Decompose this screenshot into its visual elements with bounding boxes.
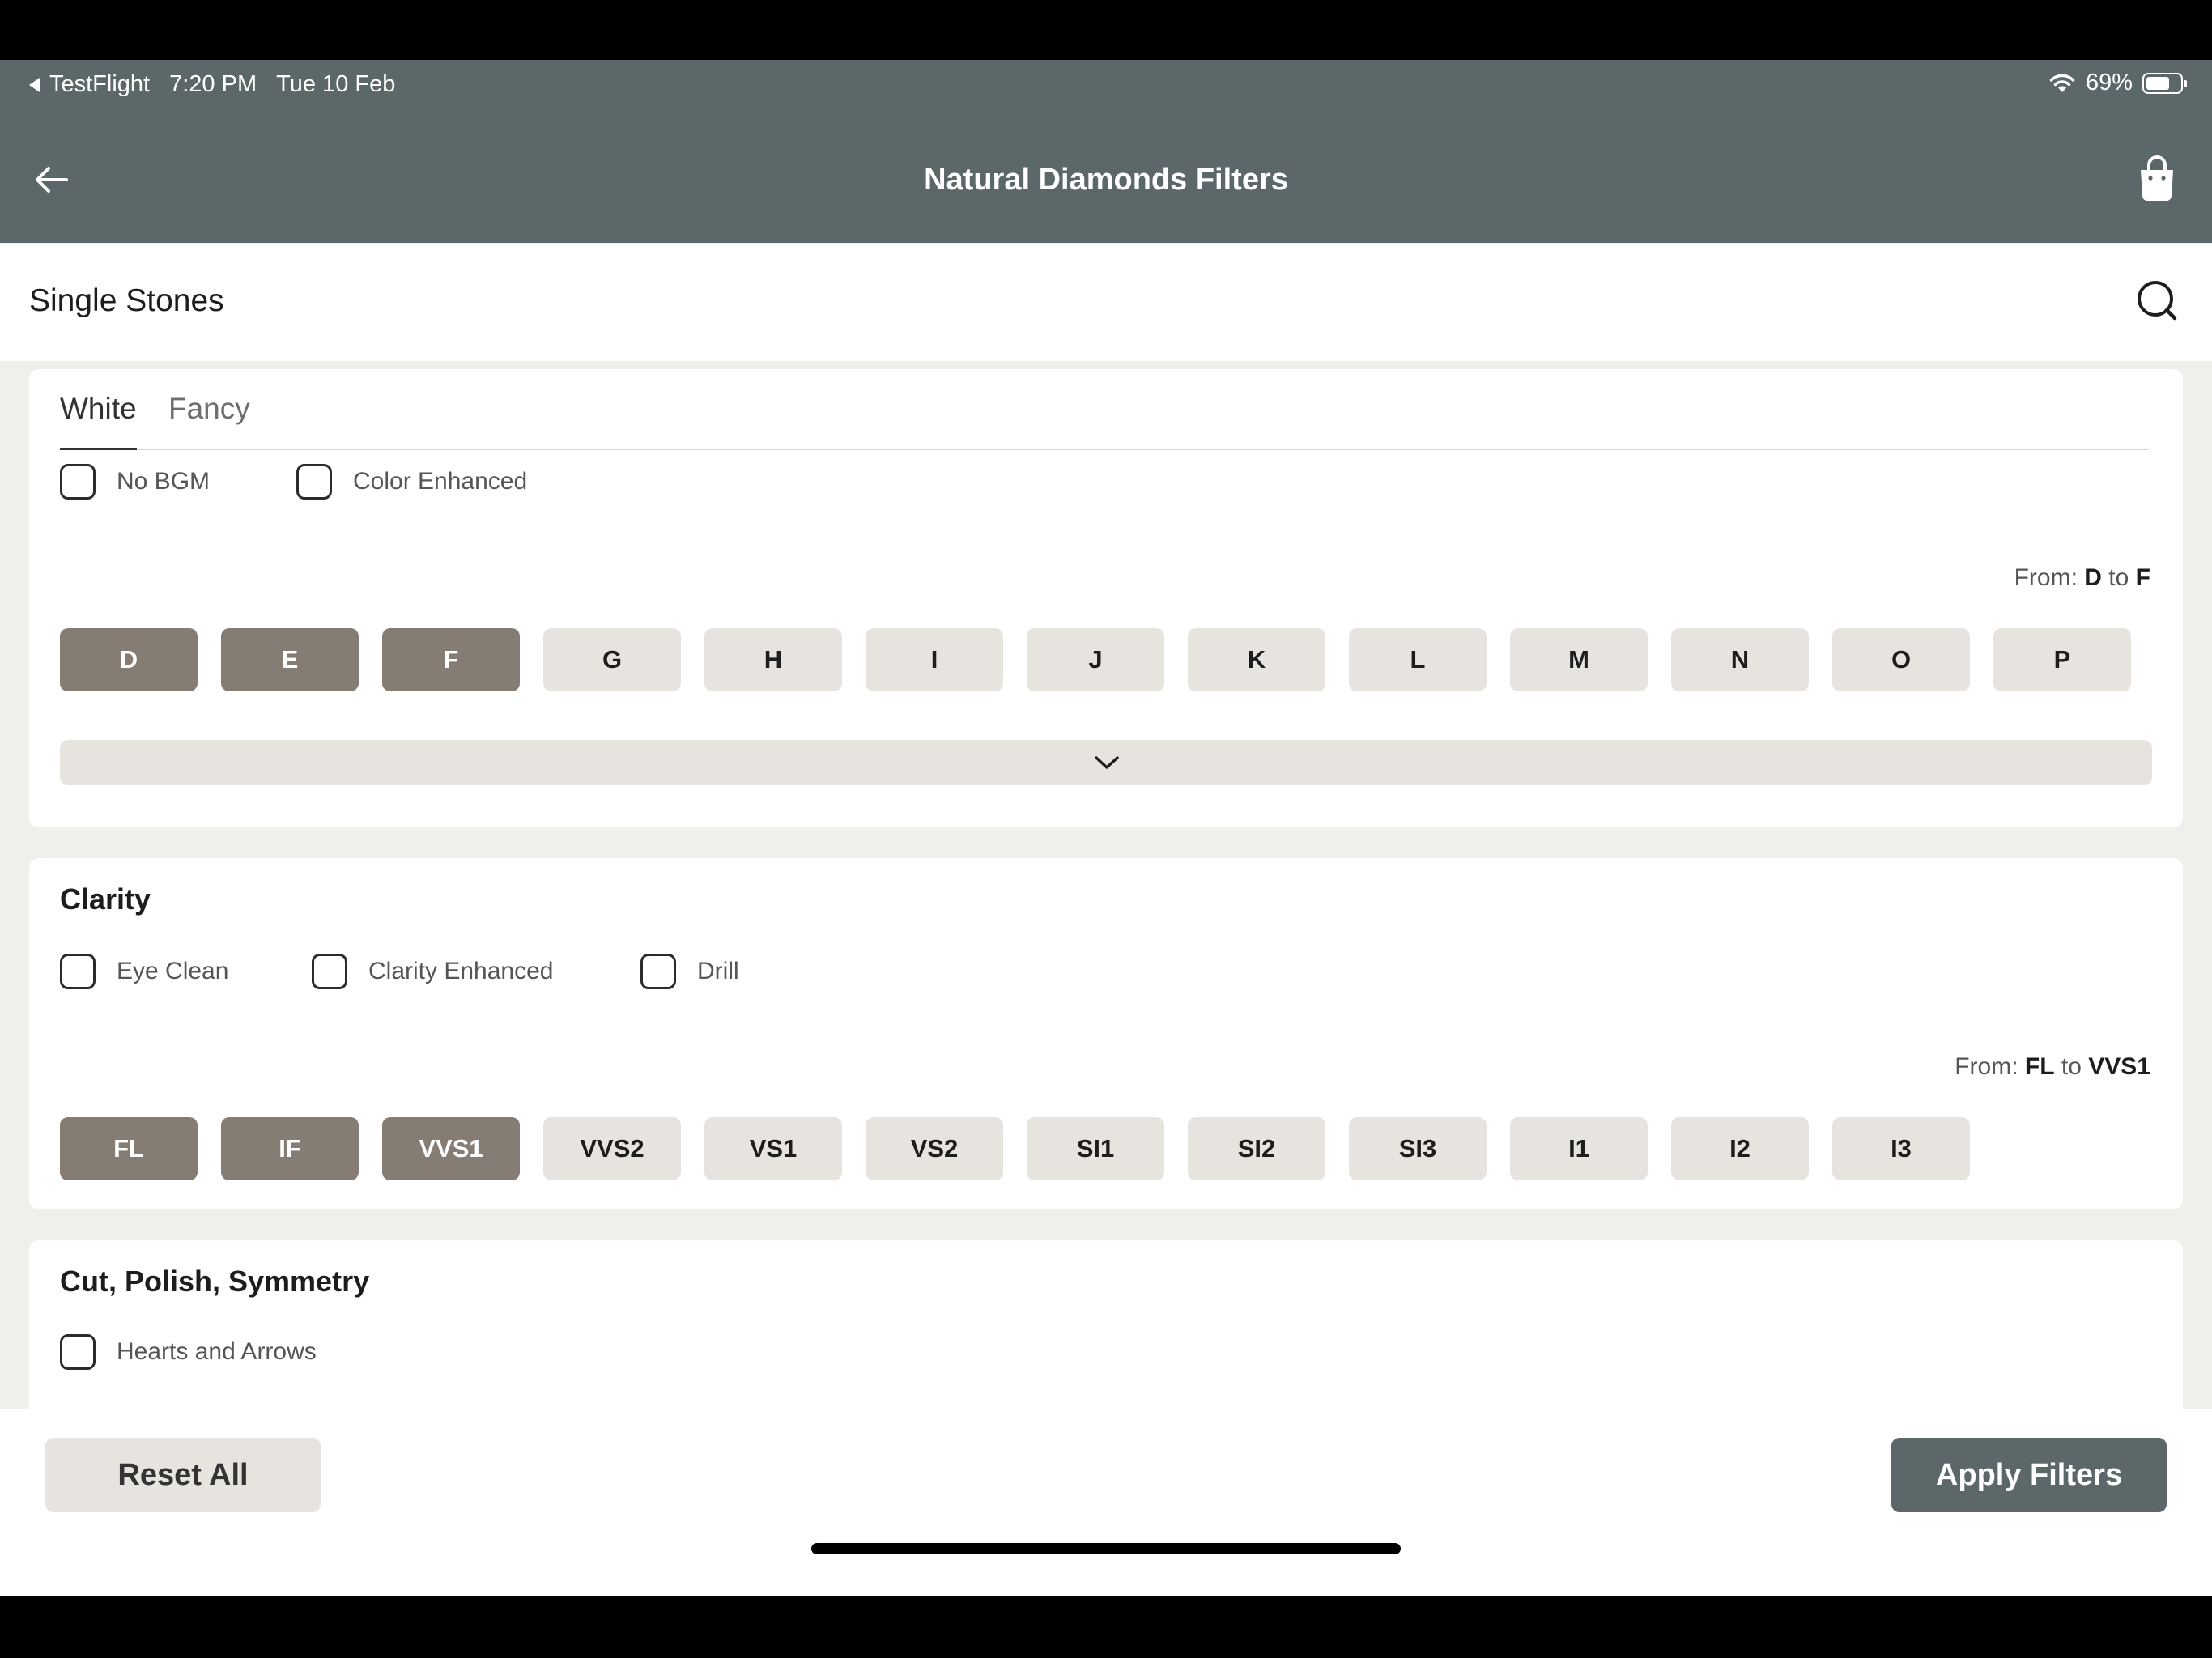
clarity-grade-si3[interactable]: SI3	[1349, 1117, 1487, 1180]
color-range-summary: From: D to F	[2014, 564, 2150, 592]
checkbox-box[interactable]	[312, 954, 347, 989]
clarity-grade-i2[interactable]: I2	[1671, 1117, 1809, 1180]
color-grade-k[interactable]: K	[1188, 628, 1325, 691]
checkbox-label: Hearts and Arrows	[117, 1338, 317, 1365]
tab-fancy[interactable]: Fancy	[168, 392, 250, 450]
color-grade-d[interactable]: D	[60, 628, 198, 691]
no-bgm-checkbox[interactable]: No BGM	[60, 464, 296, 500]
page-title: Natural Diamonds Filters	[924, 163, 1288, 197]
hearts-and-arrows-checkbox[interactable]: Hearts and Arrows	[60, 1334, 317, 1370]
range-mid: to	[2061, 1053, 2082, 1080]
checkbox-label: No BGM	[117, 468, 211, 495]
wifi-icon	[2049, 74, 2075, 92]
back-app-label[interactable]: TestFlight	[49, 71, 150, 98]
status-bar: TestFlight 7:20 PM Tue 10 Feb 69%	[0, 60, 2212, 102]
subheader: Single Stones	[0, 244, 2212, 361]
search-icon[interactable]	[2131, 275, 2183, 327]
checkbox-box[interactable]	[60, 464, 96, 500]
status-bar-left: TestFlight 7:20 PM Tue 10 Feb	[29, 71, 395, 98]
color-filter-card: White Fancy No BGM Color Enhanced From: …	[29, 369, 2183, 827]
home-indicator[interactable]	[811, 1543, 1401, 1554]
color-checkbox-row: No BGM Color Enhanced	[60, 464, 527, 500]
top-letterbox	[0, 0, 2212, 60]
color-grade-e[interactable]: E	[221, 628, 359, 691]
app-screen: TestFlight 7:20 PM Tue 10 Feb 69% Natura…	[0, 60, 2212, 1596]
clarity-grade-vvs2[interactable]: VVS2	[543, 1117, 681, 1180]
clarity-filter-card: Clarity Eye Clean Clarity Enhanced Drill…	[29, 858, 2183, 1209]
reset-all-button[interactable]: Reset All	[45, 1438, 321, 1512]
clarity-grade-i3[interactable]: I3	[1832, 1117, 1970, 1180]
range-from: D	[2084, 564, 2102, 591]
checkbox-box[interactable]	[60, 954, 96, 989]
status-date: Tue 10 Feb	[276, 71, 396, 97]
battery-icon	[2142, 72, 2187, 94]
range-from: FL	[2024, 1053, 2055, 1080]
range-prefix: From:	[1955, 1053, 2018, 1080]
range-mid: to	[2108, 564, 2129, 591]
color-grade-i[interactable]: I	[866, 628, 1003, 691]
checkbox-label: Eye Clean	[117, 958, 229, 984]
checkbox-box[interactable]	[640, 954, 676, 989]
color-grade-h[interactable]: H	[704, 628, 842, 691]
color-grade-l[interactable]: L	[1349, 628, 1487, 691]
clarity-grade-vs2[interactable]: VS2	[866, 1117, 1003, 1180]
range-to: VVS1	[2088, 1053, 2150, 1080]
chevron-down-icon	[1095, 756, 1119, 769]
checkbox-label: Color Enhanced	[353, 468, 528, 495]
clarity-checkbox-row: Eye Clean Clarity Enhanced Drill	[60, 954, 739, 989]
clarity-range-summary: From: FL to VVS1	[1955, 1053, 2150, 1081]
action-footer: Reset All Apply Filters	[0, 1409, 2212, 1596]
clarity-grade-si1[interactable]: SI1	[1027, 1117, 1164, 1180]
back-to-app-icon[interactable]	[29, 77, 40, 92]
color-grade-f[interactable]: F	[382, 628, 520, 691]
clarity-grade-fl[interactable]: FL	[60, 1117, 198, 1180]
subheader-title: Single Stones	[29, 283, 224, 318]
eye-clean-checkbox[interactable]: Eye Clean	[60, 954, 312, 989]
bottom-letterbox	[0, 1596, 2212, 1658]
cut-filter-card: Cut, Polish, Symmetry Hearts and Arrows	[29, 1240, 2183, 1435]
clarity-grade-vvs1[interactable]: VVS1	[382, 1117, 520, 1180]
status-bar-right: 69%	[2048, 70, 2187, 96]
clarity-grade-vs1[interactable]: VS1	[704, 1117, 842, 1180]
clarity-title: Clarity	[60, 882, 151, 916]
color-tabs: White Fancy	[60, 369, 2149, 450]
color-grade-m[interactable]: M	[1510, 628, 1648, 691]
range-prefix: From:	[2014, 564, 2078, 591]
color-grade-p[interactable]: P	[1993, 628, 2131, 691]
expand-grades-button[interactable]	[60, 740, 2152, 785]
clarity-enhanced-checkbox[interactable]: Clarity Enhanced	[312, 954, 640, 989]
drill-checkbox[interactable]: Drill	[640, 954, 739, 989]
shopping-bag-icon[interactable]	[2134, 152, 2180, 204]
battery-percent: 69%	[2085, 70, 2133, 96]
color-enhanced-checkbox[interactable]: Color Enhanced	[296, 464, 527, 500]
color-grade-g[interactable]: G	[543, 628, 681, 691]
status-time: 7:20 PM	[169, 71, 257, 97]
cut-polish-symmetry-title: Cut, Polish, Symmetry	[60, 1265, 370, 1298]
checkbox-label: Drill	[697, 958, 739, 984]
tab-white[interactable]: White	[60, 392, 137, 450]
app-header: TestFlight 7:20 PM Tue 10 Feb 69% Natura…	[0, 60, 2212, 243]
range-to: F	[2135, 564, 2150, 591]
checkbox-box[interactable]	[296, 464, 332, 500]
clarity-grade-i1[interactable]: I1	[1510, 1117, 1648, 1180]
checkbox-label: Clarity Enhanced	[368, 958, 554, 984]
checkbox-box[interactable]	[60, 1334, 96, 1370]
color-grade-j[interactable]: J	[1027, 628, 1164, 691]
apply-filters-button[interactable]: Apply Filters	[1891, 1438, 2167, 1512]
clarity-grade-si2[interactable]: SI2	[1188, 1117, 1325, 1180]
color-grade-o[interactable]: O	[1832, 628, 1970, 691]
color-grade-n[interactable]: N	[1671, 628, 1809, 691]
clarity-grade-if[interactable]: IF	[221, 1117, 359, 1180]
cut-checkbox-row: Hearts and Arrows	[60, 1334, 317, 1370]
